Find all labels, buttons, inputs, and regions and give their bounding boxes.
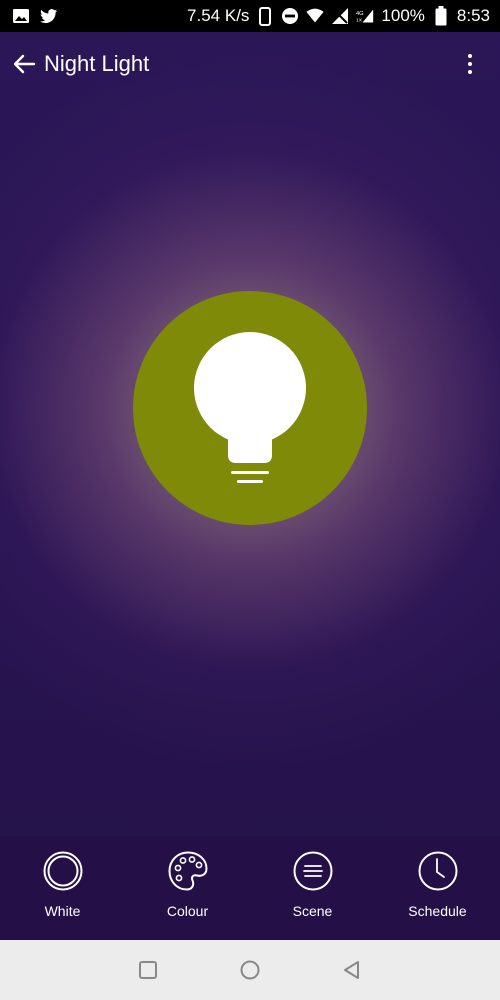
signal-4g-icon: 4G 1X <box>356 7 374 25</box>
tab-white-label: White <box>44 903 81 919</box>
clock-time: 8:53 <box>456 6 490 25</box>
recents-button[interactable] <box>132 954 164 986</box>
tab-schedule[interactable]: Schedule <box>383 836 493 919</box>
lightbulb-icon <box>194 332 306 483</box>
tab-scene[interactable]: Scene <box>258 836 368 919</box>
tab-scene-label: Scene <box>292 903 333 919</box>
twitter-icon <box>40 7 58 25</box>
tab-white[interactable]: White <box>8 836 118 919</box>
system-nav-bar <box>0 940 500 1000</box>
back-button[interactable] <box>10 50 38 78</box>
tab-colour[interactable]: Colour <box>133 836 243 919</box>
home-button[interactable] <box>234 954 266 986</box>
network-type-label: 4G <box>356 11 364 17</box>
app-bar: Night Light <box>0 36 500 92</box>
svg-text:1X: 1X <box>356 18 363 24</box>
recents-square-icon <box>139 961 157 979</box>
wifi-icon <box>306 7 325 25</box>
do-not-disturb-icon <box>281 7 299 25</box>
battery-percent: 100% <box>381 6 425 25</box>
tab-colour-label: Colour <box>166 903 209 919</box>
palette-icon <box>167 851 208 891</box>
bulb-power-toggle[interactable] <box>133 291 367 525</box>
scene-lines-icon <box>293 851 332 891</box>
status-bar: 7.54 K/s 4G 1X 100% 8:53 <box>0 0 500 32</box>
gallery-icon <box>12 7 30 25</box>
battery-icon <box>432 6 450 26</box>
back-triangle-icon <box>344 961 359 979</box>
more-vert-icon <box>468 54 472 58</box>
bottom-tab-bar: White Colour Scene Schedule <box>0 836 500 940</box>
more-options-button[interactable] <box>458 49 482 79</box>
white-circle-icon <box>43 851 82 891</box>
page-title: Night Light <box>44 51 150 76</box>
home-circle-icon <box>240 960 260 980</box>
network-speed: 7.54 K/s <box>187 6 250 25</box>
arrow-left-icon <box>13 54 36 74</box>
tab-schedule-label: Schedule <box>408 903 467 919</box>
phone-icon <box>256 6 274 26</box>
system-back-button[interactable] <box>336 954 368 986</box>
clock-icon <box>418 851 457 891</box>
no-sim-icon <box>331 7 349 25</box>
